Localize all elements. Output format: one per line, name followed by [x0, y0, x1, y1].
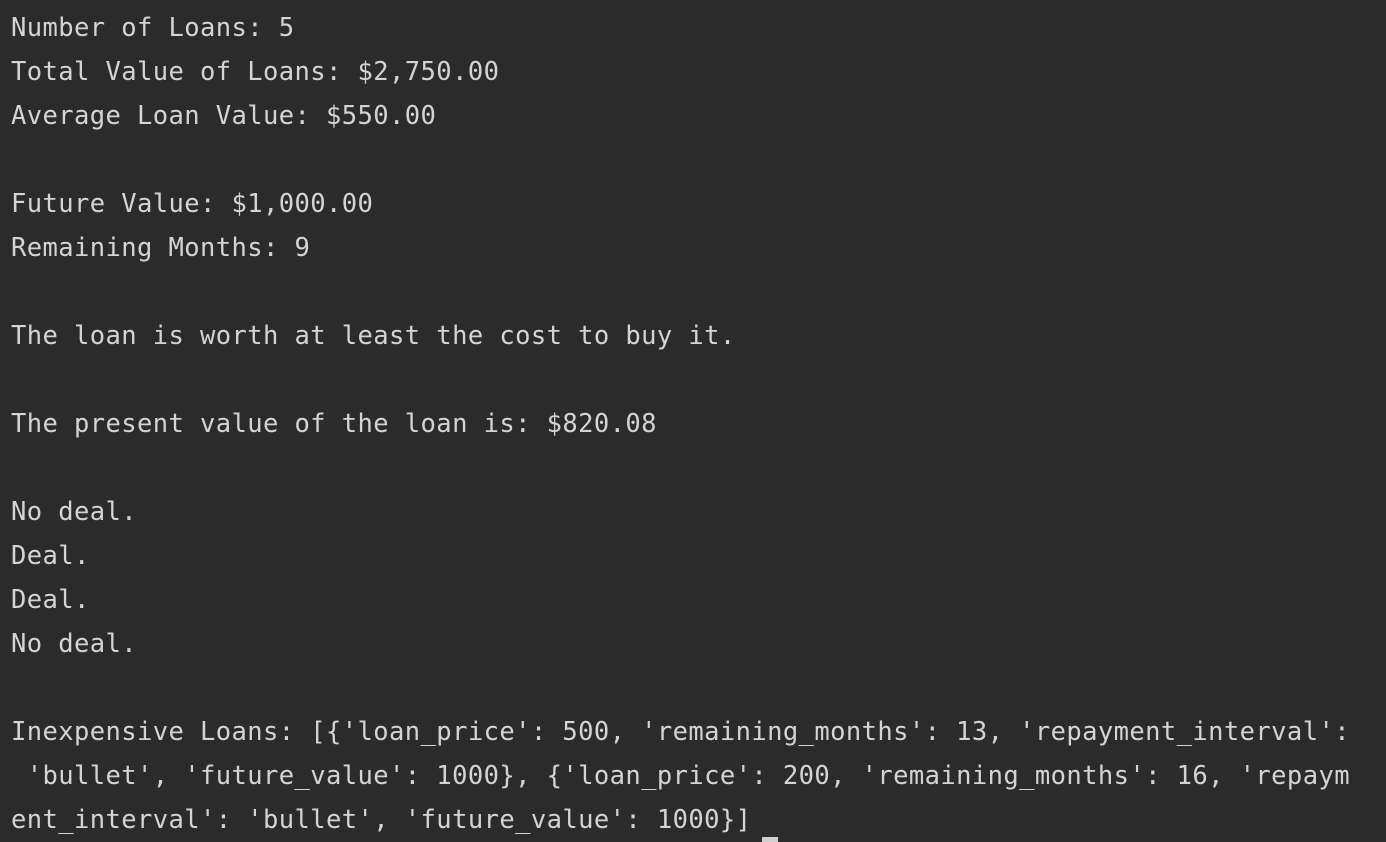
text-cursor	[762, 837, 778, 842]
console-output[interactable]: Number of Loans: 5 Total Value of Loans:…	[0, 0, 1386, 842]
output-line-inexpensive-loans-cont: ent_interval': 'bullet', 'future_value':…	[11, 805, 752, 835]
output-line-present-value: The present value of the loan is: $820.0…	[11, 409, 657, 439]
output-line-deal-result: No deal.	[11, 497, 138, 527]
output-line-remaining-months: Remaining Months: 9	[11, 233, 311, 263]
output-line-deal-result: Deal.	[11, 541, 90, 571]
output-line-inexpensive-loans: Inexpensive Loans: [{'loan_price': 500, …	[11, 717, 1350, 747]
output-line-average-value: Average Loan Value: $550.00	[11, 101, 437, 131]
output-line-worth-message: The loan is worth at least the cost to b…	[11, 321, 736, 351]
output-line-deal-result: Deal.	[11, 585, 90, 615]
output-line-number-of-loans: Number of Loans: 5	[11, 13, 295, 43]
output-line-deal-result: No deal.	[11, 629, 138, 659]
output-line-inexpensive-loans-cont: 'bullet', 'future_value': 1000}, {'loan_…	[11, 761, 1350, 791]
output-line-total-value: Total Value of Loans: $2,750.00	[11, 57, 500, 87]
output-line-future-value: Future Value: $1,000.00	[11, 189, 374, 219]
